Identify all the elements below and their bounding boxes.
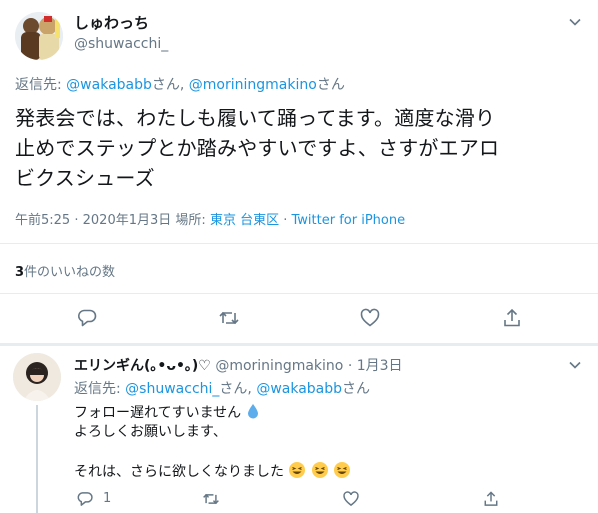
avatar-image: [15, 12, 63, 60]
tweet-date[interactable]: 2020年1月3日: [83, 213, 172, 228]
retweet-icon[interactable]: [218, 307, 240, 329]
reply-to-user-link[interactable]: @shuwacchi_: [125, 381, 219, 397]
place-link[interactable]: 東京 台東区: [210, 213, 279, 228]
tweet-text: 発表会では、わたしも履いて踊ってます。適度な滑り 止めでステップとか踏みやすいで…: [15, 103, 583, 193]
tweet-text-line: 止めでステップとか踏みやすいですよ、さすがエアロ: [15, 136, 500, 160]
author-display-name[interactable]: しゅわっち: [74, 12, 149, 33]
likes-summary[interactable]: 3件のいいねの数: [15, 261, 115, 280]
like-icon[interactable]: [342, 490, 360, 508]
reply-text-line: それは、さらに欲しくなりました: [74, 461, 351, 485]
grinning-squinting-emoji: [333, 461, 351, 485]
tweet-text-line: ビクスシューズ: [15, 166, 155, 190]
reply-to-prefix: 返信先:: [15, 77, 67, 93]
author-handle[interactable]: @shuwacchi_: [74, 36, 168, 52]
reply-to-prefix: 返信先:: [74, 381, 126, 397]
section-separator: [0, 343, 598, 346]
droplet-emoji: [247, 404, 258, 419]
avatar-shuwacchi[interactable]: [15, 12, 63, 60]
reply-author-handle[interactable]: @moriningmakino: [215, 358, 343, 374]
reply-to-user-link[interactable]: @moriningmakino: [189, 77, 317, 93]
thread-line: [36, 405, 38, 513]
chevron-down-icon[interactable]: [566, 13, 584, 31]
share-icon[interactable]: [501, 307, 523, 329]
avatar-moriningmakino[interactable]: [13, 353, 61, 401]
reply-to-suffix: さん,: [151, 77, 189, 93]
meta-separator: ·: [283, 213, 288, 228]
retweet-icon[interactable]: [202, 490, 220, 508]
reply-icon[interactable]: [76, 307, 98, 329]
reply-count: 1: [103, 491, 112, 506]
reply-to-line: 返信先: @wakababbさん, @moriningmakinoさん: [15, 74, 345, 94]
tweet-meta: 午前5:25 · 2020年1月3日 場所: 東京 台東区 · Twitter …: [15, 209, 405, 228]
reply-author-display-name[interactable]: エリンギん(｡•ᴗ•｡)♡: [74, 358, 211, 374]
grinning-squinting-emoji: [288, 461, 306, 485]
reply-to-suffix: さん,: [219, 381, 257, 397]
reply-text-line1: フォロー遅れてすいません: [74, 405, 242, 421]
tweet-text-line: 発表会では、わたしも履いて踊ってます。適度な滑り: [15, 106, 496, 130]
like-icon[interactable]: [359, 307, 381, 329]
place-label: 場所:: [175, 213, 206, 228]
tweet-time[interactable]: 午前5:25: [15, 213, 70, 228]
reply-text-line: よろしくお願いします、: [74, 424, 227, 440]
likes-count: 3: [15, 265, 25, 280]
reply-text-line3: それは、さらに欲しくなりました: [74, 464, 284, 480]
source-link[interactable]: Twitter for iPhone: [292, 213, 406, 228]
reply-to-user-link[interactable]: @wakababb: [66, 77, 152, 93]
reply-text: フォロー遅れてすいません よろしくお願いします、 それは、さらに欲しくなりました: [74, 403, 351, 485]
divider: [0, 243, 598, 244]
reply-to-suffix: さん: [342, 381, 371, 397]
reply-to-user-link[interactable]: @wakababb: [256, 381, 342, 397]
reply-to-suffix: さん: [316, 77, 345, 93]
meta-separator: ·: [347, 358, 353, 374]
grinning-squinting-emoji: [311, 461, 329, 485]
reply-to-line: 返信先: @shuwacchi_さん, @wakababbさん: [74, 378, 370, 398]
chevron-down-icon[interactable]: [566, 356, 584, 374]
reply-text-line: フォロー遅れてすいません: [74, 403, 351, 423]
avatar-image: [13, 353, 61, 401]
reply-header: エリンギん(｡•ᴗ•｡)♡ @moriningmakino · 1月3日: [74, 355, 403, 375]
divider: [0, 293, 598, 294]
meta-separator: ·: [74, 213, 79, 228]
likes-label: 件のいいねの数: [24, 265, 116, 280]
reply-date[interactable]: 1月3日: [357, 358, 403, 374]
share-icon[interactable]: [482, 490, 500, 508]
reply-icon[interactable]: [76, 490, 94, 508]
